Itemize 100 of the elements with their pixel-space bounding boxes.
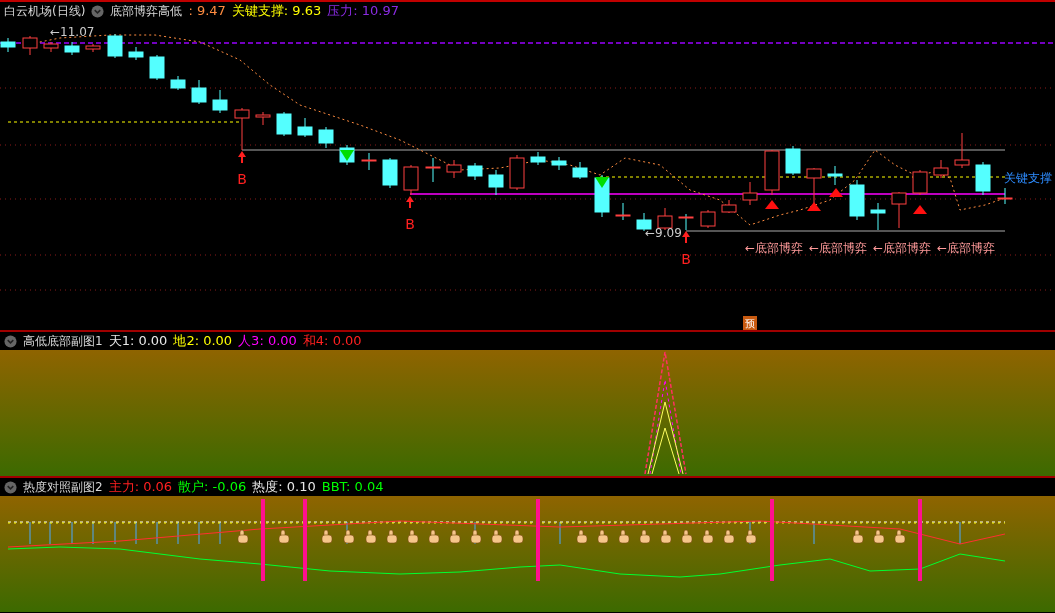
candlestick	[0, 37, 16, 53]
indicator-value: 天1: 0.00	[108, 334, 168, 348]
pointing-hand-icon	[745, 529, 757, 544]
pointing-hand-icon	[407, 529, 419, 544]
pattern-label: ←底部博弈	[873, 241, 932, 255]
candlestick	[488, 169, 504, 196]
candlestick	[551, 156, 567, 171]
pointing-hand-icon	[852, 529, 864, 544]
indicator-value: 和4: 0.00	[302, 334, 362, 348]
candlestick	[764, 149, 780, 196]
candlestick	[700, 209, 716, 229]
candlestick	[425, 157, 441, 183]
pointing-hand-icon	[597, 529, 609, 544]
buy-signal-label: B	[405, 216, 415, 232]
candlestick	[933, 159, 949, 179]
pointing-hand-icon	[723, 529, 735, 544]
candlestick	[361, 152, 377, 171]
indicator-value: 人3: 0.00	[238, 334, 297, 348]
pointing-hand-icon	[449, 529, 461, 544]
price-label: ←11.07	[50, 25, 95, 39]
candlestick	[954, 132, 970, 169]
pattern-label: ←底部博弈	[937, 241, 996, 255]
pointing-hand-icon	[386, 529, 398, 544]
support-label: 关键支撑	[1004, 171, 1052, 185]
buy-signal-label: B	[237, 171, 247, 187]
indicator-name: 高低底部副图1	[23, 332, 103, 350]
pointing-hand-icon	[894, 529, 906, 544]
candlestick	[912, 169, 928, 196]
candlestick	[467, 162, 483, 181]
candlestick	[212, 89, 228, 114]
indicator-value: BBT: 0.04	[321, 480, 384, 494]
candlestick	[85, 43, 101, 53]
candlestick	[997, 187, 1013, 205]
candlestick	[891, 191, 907, 229]
pointing-hand-icon	[702, 529, 714, 544]
collapse-icon[interactable]	[4, 480, 17, 494]
candlestick	[509, 154, 525, 191]
candlestick	[170, 75, 186, 91]
pattern-label: ←底部博弈	[809, 241, 868, 255]
pattern-label: ←底部博弈	[745, 241, 804, 255]
candlestick	[572, 161, 588, 180]
candlestick	[64, 41, 80, 56]
pointing-hand-icon	[321, 529, 333, 544]
candlestick	[382, 157, 398, 189]
pointing-hand-icon	[576, 529, 588, 544]
forecast-badge: 预	[743, 316, 757, 330]
up-triangle-icon	[765, 200, 779, 209]
pointing-hand-icon	[237, 529, 249, 544]
candlestick	[255, 111, 271, 126]
indicator-value: 压力: 10.97	[327, 4, 400, 18]
pointing-hand-icon	[512, 529, 524, 544]
up-arrow-icon	[682, 231, 690, 243]
pointing-hand-icon	[278, 529, 290, 544]
down-triangle-icon	[340, 150, 354, 161]
chart-title: 白云机场(日线)	[4, 2, 86, 20]
candlestick	[43, 41, 59, 53]
indicator-value: 散户: -0.06	[178, 480, 247, 494]
candlestick	[191, 79, 207, 105]
candlestick	[149, 54, 165, 81]
up-triangle-icon	[829, 188, 843, 197]
pointing-hand-icon	[365, 529, 377, 544]
collapse-icon[interactable]	[91, 4, 105, 18]
pointing-hand-icon	[428, 529, 440, 544]
candlestick	[128, 46, 144, 61]
candlestick	[318, 126, 334, 149]
candlestick	[446, 159, 462, 179]
up-triangle-icon	[807, 202, 821, 211]
pointing-hand-icon	[491, 529, 503, 544]
candlestick	[530, 151, 546, 166]
candlestick	[297, 117, 313, 138]
price-label: ←9.09	[645, 226, 682, 240]
pointing-hand-icon	[681, 529, 693, 544]
up-arrow-icon	[238, 151, 246, 163]
candlestick	[234, 107, 250, 151]
pointing-hand-icon	[639, 529, 651, 544]
candlestick	[806, 167, 822, 206]
collapse-icon[interactable]	[4, 334, 17, 348]
candlestick	[849, 179, 865, 221]
candlestick	[107, 33, 123, 59]
indicator-value: 热度: 0.10	[252, 480, 316, 494]
candlestick	[742, 181, 758, 206]
candlestick	[615, 202, 631, 221]
indicator-name: 热度对照副图2	[23, 478, 103, 496]
pointing-hand-icon	[660, 529, 672, 544]
up-arrow-icon	[406, 196, 414, 208]
candlestick	[22, 35, 38, 56]
candlestick	[785, 145, 801, 176]
pointing-hand-icon	[873, 529, 885, 544]
candlestick	[276, 111, 292, 137]
buy-signal-label: B	[681, 251, 691, 267]
candlestick	[827, 165, 843, 186]
indicator-value: : 9.47	[188, 4, 226, 18]
indicator-name: 底部博弈高低	[110, 2, 183, 20]
candlestick	[403, 164, 419, 196]
indicator-value: 地2: 0.00	[173, 334, 233, 348]
candlestick	[870, 202, 886, 231]
pointing-hand-icon	[343, 529, 355, 544]
indicator-value: 关键支撑: 9.63	[231, 4, 322, 18]
pointing-hand-icon	[470, 529, 482, 544]
indicator-value: 主力: 0.06	[108, 480, 173, 494]
